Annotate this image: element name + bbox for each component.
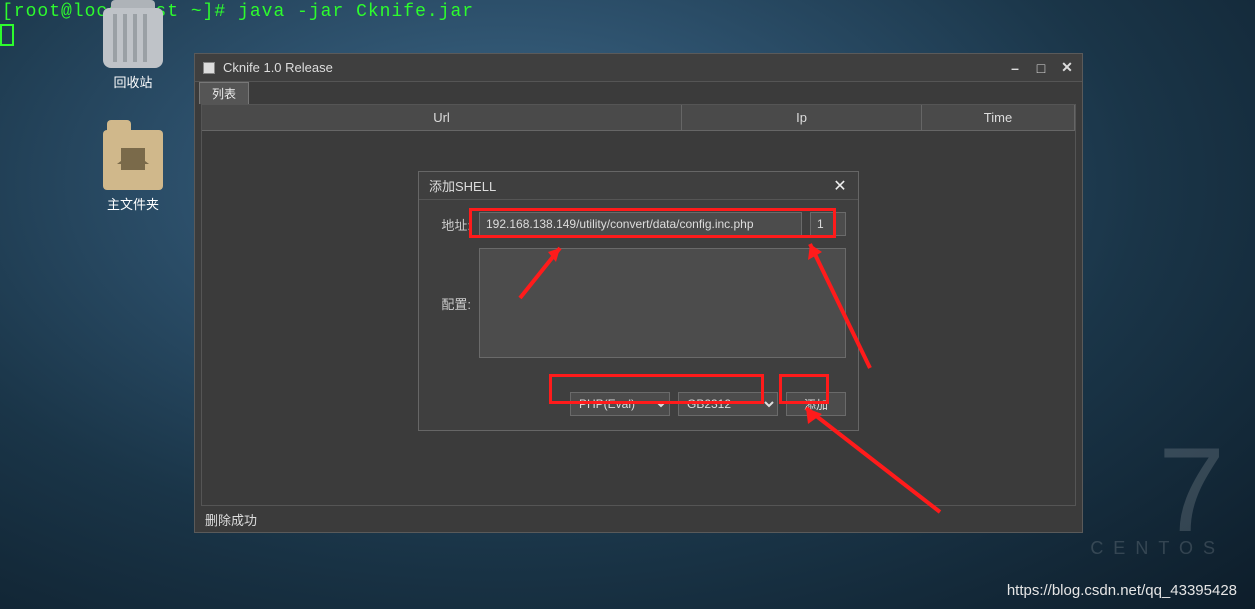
minimize-button[interactable]: – [1008, 61, 1022, 75]
key-input[interactable] [810, 212, 846, 236]
tabstrip: 列表 [195, 82, 1082, 104]
charset-select[interactable]: GB2312 [678, 392, 778, 416]
folder-icon [103, 130, 163, 190]
dialog-titlebar[interactable]: 添加SHELL ✕ [419, 172, 858, 200]
col-url[interactable]: Url [202, 105, 682, 130]
desktop-trash[interactable]: 回收站 [98, 8, 168, 91]
close-button[interactable]: ✕ [1060, 61, 1074, 75]
address-input[interactable] [479, 212, 802, 236]
trash-icon [103, 8, 163, 68]
column-headers: Url Ip Time [202, 105, 1075, 131]
addr-label: 地址: [431, 215, 471, 234]
desktop-home-folder[interactable]: 主文件夹 [98, 130, 168, 213]
watermark-url: https://blog.csdn.net/qq_43395428 [1007, 582, 1237, 599]
terminal-line: [root@localhost ~]# java -jar Cknife.jar [2, 2, 474, 22]
centos-watermark: 7 CENTOS [1090, 442, 1225, 559]
home-label: 主文件夹 [98, 194, 168, 213]
dialog-close-icon[interactable]: ✕ [832, 178, 848, 194]
col-time[interactable]: Time [922, 105, 1075, 130]
window-title: Cknife 1.0 Release [223, 60, 1000, 75]
config-label: 配置: [431, 248, 471, 313]
dialog-title: 添加SHELL [429, 176, 832, 195]
script-type-select[interactable]: PHP(Eval) [570, 392, 670, 416]
add-shell-dialog: 添加SHELL ✕ 地址: 配置: PHP(Eval) GB2312 添加 [418, 171, 859, 431]
app-icon [203, 62, 215, 74]
maximize-button[interactable]: □ [1034, 61, 1048, 75]
terminal-command: java -jar Cknife.jar [238, 2, 474, 22]
titlebar[interactable]: Cknife 1.0 Release – □ ✕ [195, 54, 1082, 82]
config-textarea[interactable] [479, 248, 846, 358]
trash-label: 回收站 [98, 72, 168, 91]
tab-list[interactable]: 列表 [199, 82, 249, 104]
statusbar: 删除成功 [195, 506, 1082, 532]
add-button[interactable]: 添加 [786, 392, 846, 416]
terminal-cursor [0, 24, 14, 46]
col-ip[interactable]: Ip [682, 105, 922, 130]
